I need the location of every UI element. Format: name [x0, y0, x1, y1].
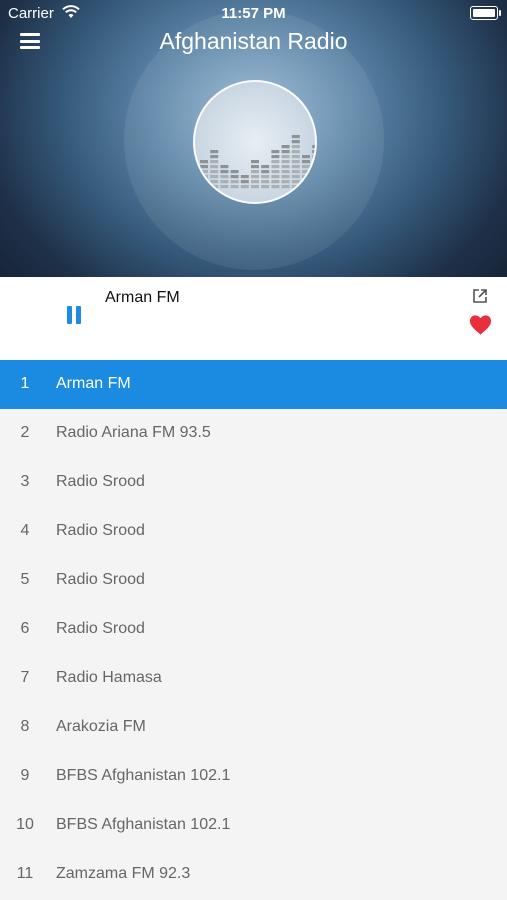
station-name: Zamzama FM 92.3	[56, 865, 191, 882]
station-row[interactable]: 9 BFBS Afghanistan 102.1	[0, 752, 507, 801]
station-name: Radio Hamasa	[56, 669, 162, 686]
station-number: 2	[20, 424, 30, 441]
station-number: 5	[20, 571, 30, 588]
station-row[interactable]: 3 Radio Srood	[0, 458, 507, 507]
station-row[interactable]: 5 Radio Srood	[0, 556, 507, 605]
app-title: Afghanistan Radio	[159, 28, 348, 54]
now-playing-title: Arman FM	[105, 289, 180, 306]
equalizer-logo-icon	[193, 80, 317, 204]
station-name: Radio Srood	[56, 620, 145, 637]
station-name: Radio Srood	[56, 473, 145, 490]
station-number: 6	[20, 620, 30, 637]
station-row[interactable]: 4 Radio Srood	[0, 507, 507, 556]
station-row[interactable]: 2 Radio Ariana FM 93.5	[0, 409, 507, 458]
station-number: 3	[20, 473, 30, 490]
station-number: 8	[20, 718, 30, 735]
header-hero: Carrier 11:57 PM Afghanistan Radio	[0, 0, 507, 277]
station-name: Arman FM	[56, 375, 131, 392]
station-row[interactable]: 10 BFBS Afghanistan 102.1	[0, 801, 507, 850]
station-name: BFBS Afghanistan 102.1	[56, 767, 231, 784]
station-number: 11	[16, 865, 34, 882]
heart-icon[interactable]	[469, 314, 492, 336]
station-number: 4	[20, 522, 30, 539]
station-row[interactable]: 11 Zamzama FM 92.3	[0, 850, 507, 899]
battery-icon	[470, 6, 501, 20]
clock: 11:57 PM	[221, 5, 286, 22]
station-number: 7	[20, 669, 30, 686]
station-row[interactable]: 7 Radio Hamasa	[0, 654, 507, 703]
station-name: BFBS Afghanistan 102.1	[56, 816, 231, 833]
station-number: 1	[20, 375, 30, 392]
station-name: Radio Srood	[56, 571, 145, 588]
station-row[interactable]: 8 Arakozia FM	[0, 703, 507, 752]
pause-icon[interactable]	[66, 306, 82, 326]
station-row[interactable]: 6 Radio Srood	[0, 605, 507, 654]
station-name: Radio Ariana FM 93.5	[56, 424, 211, 441]
station-name: Arakozia FM	[56, 718, 146, 735]
status-bar: Carrier 11:57 PM	[0, 0, 507, 28]
station-row[interactable]: 1 Arman FM	[0, 360, 507, 409]
station-number: 10	[16, 816, 34, 833]
station-name: Radio Srood	[56, 522, 145, 539]
station-list: 1 Arman FM 2 Radio Ariana FM 93.5 3 Radio Sro…	[0, 360, 507, 899]
station-number: 9	[20, 767, 30, 784]
share-icon[interactable]	[472, 288, 488, 304]
